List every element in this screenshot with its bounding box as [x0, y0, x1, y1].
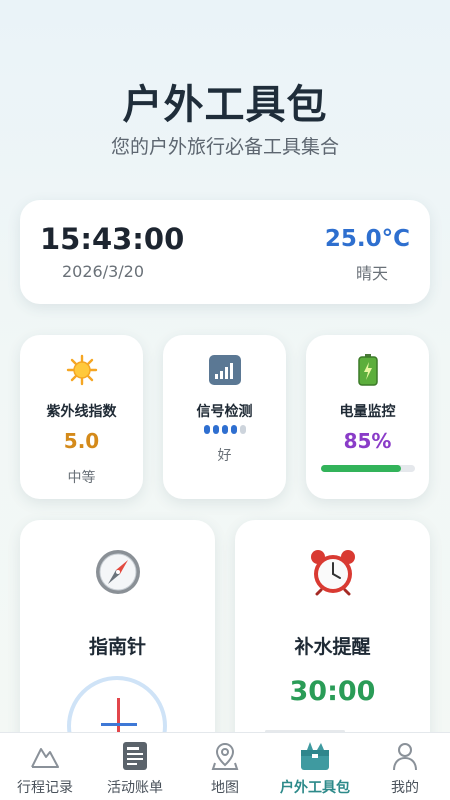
hydration-reminder-card[interactable]: 补水提醒 30:00 — [235, 520, 430, 760]
signal-bar — [239, 425, 246, 434]
tab-activity-bills[interactable]: 活动账单 — [90, 733, 180, 800]
tab-label: 地图 — [211, 780, 239, 796]
signal-card[interactable]: 信号检测 好 — [163, 335, 286, 499]
tab-label: 我的 — [391, 780, 419, 796]
tab-label: 户外工具包 — [280, 780, 350, 796]
battery-card[interactable]: 电量监控 85% — [306, 335, 429, 499]
alarm-clock-icon — [235, 548, 430, 596]
signal-bar — [230, 425, 237, 434]
signal-strength-bars — [163, 425, 286, 434]
hydration-label: 补水提醒 — [294, 636, 371, 658]
signal-label: 信号检测 — [196, 404, 253, 420]
tab-map[interactable]: 地图 — [180, 733, 270, 800]
battery-level-fill — [321, 465, 401, 472]
uv-value: 5.0 — [63, 429, 100, 453]
page-title: 户外工具包 — [122, 82, 328, 128]
battery-label: 电量监控 — [339, 404, 396, 420]
tab-label: 行程记录 — [17, 780, 73, 796]
compass-icon — [20, 548, 215, 596]
battery-level-bar — [321, 465, 415, 472]
header: 户外工具包 您的户外旅行必备工具集合 — [0, 0, 450, 190]
receipt-icon — [90, 739, 180, 773]
battery-value: 85% — [343, 429, 392, 453]
battery-icon — [306, 353, 429, 387]
uv-level: 中等 — [67, 470, 96, 486]
uv-index-card[interactable]: 紫外线指数 5.0 中等 — [20, 335, 143, 499]
map-pin-icon — [180, 739, 270, 773]
user-icon — [360, 739, 450, 773]
bottom-tab-bar: 行程记录 活动账单 地图 户外工具包 我的 — [0, 732, 450, 800]
compass-label: 指南针 — [88, 636, 146, 658]
page-subtitle: 您的户外旅行必备工具集合 — [110, 136, 339, 158]
mountain-icon — [0, 739, 90, 773]
signal-bar — [212, 425, 219, 434]
sun-icon — [20, 353, 143, 387]
tab-label: 活动账单 — [107, 780, 163, 796]
tab-outdoor-toolkit[interactable]: 户外工具包 — [270, 733, 360, 800]
signal-quality: 好 — [217, 448, 232, 464]
current-time: 15:43:00 — [40, 222, 185, 256]
compass-needle-east-west — [101, 723, 137, 726]
current-date: 2026/3/20 — [62, 262, 145, 281]
tab-profile[interactable]: 我的 — [360, 733, 450, 800]
signal-icon — [163, 353, 286, 387]
time-weather-card: 15:43:00 2026/3/20 25.0°C 晴天 — [20, 200, 430, 304]
signal-bar — [221, 425, 228, 434]
uv-label: 紫外线指数 — [46, 404, 117, 420]
signal-bar — [203, 425, 210, 434]
tab-trip-records[interactable]: 行程记录 — [0, 733, 90, 800]
compass-card[interactable]: 指南针 — [20, 520, 215, 760]
weather-condition: 晴天 — [355, 264, 388, 283]
temperature: 25.0°C — [324, 226, 410, 252]
toolbox-icon — [270, 739, 360, 773]
hydration-timer: 30:00 — [289, 676, 376, 707]
